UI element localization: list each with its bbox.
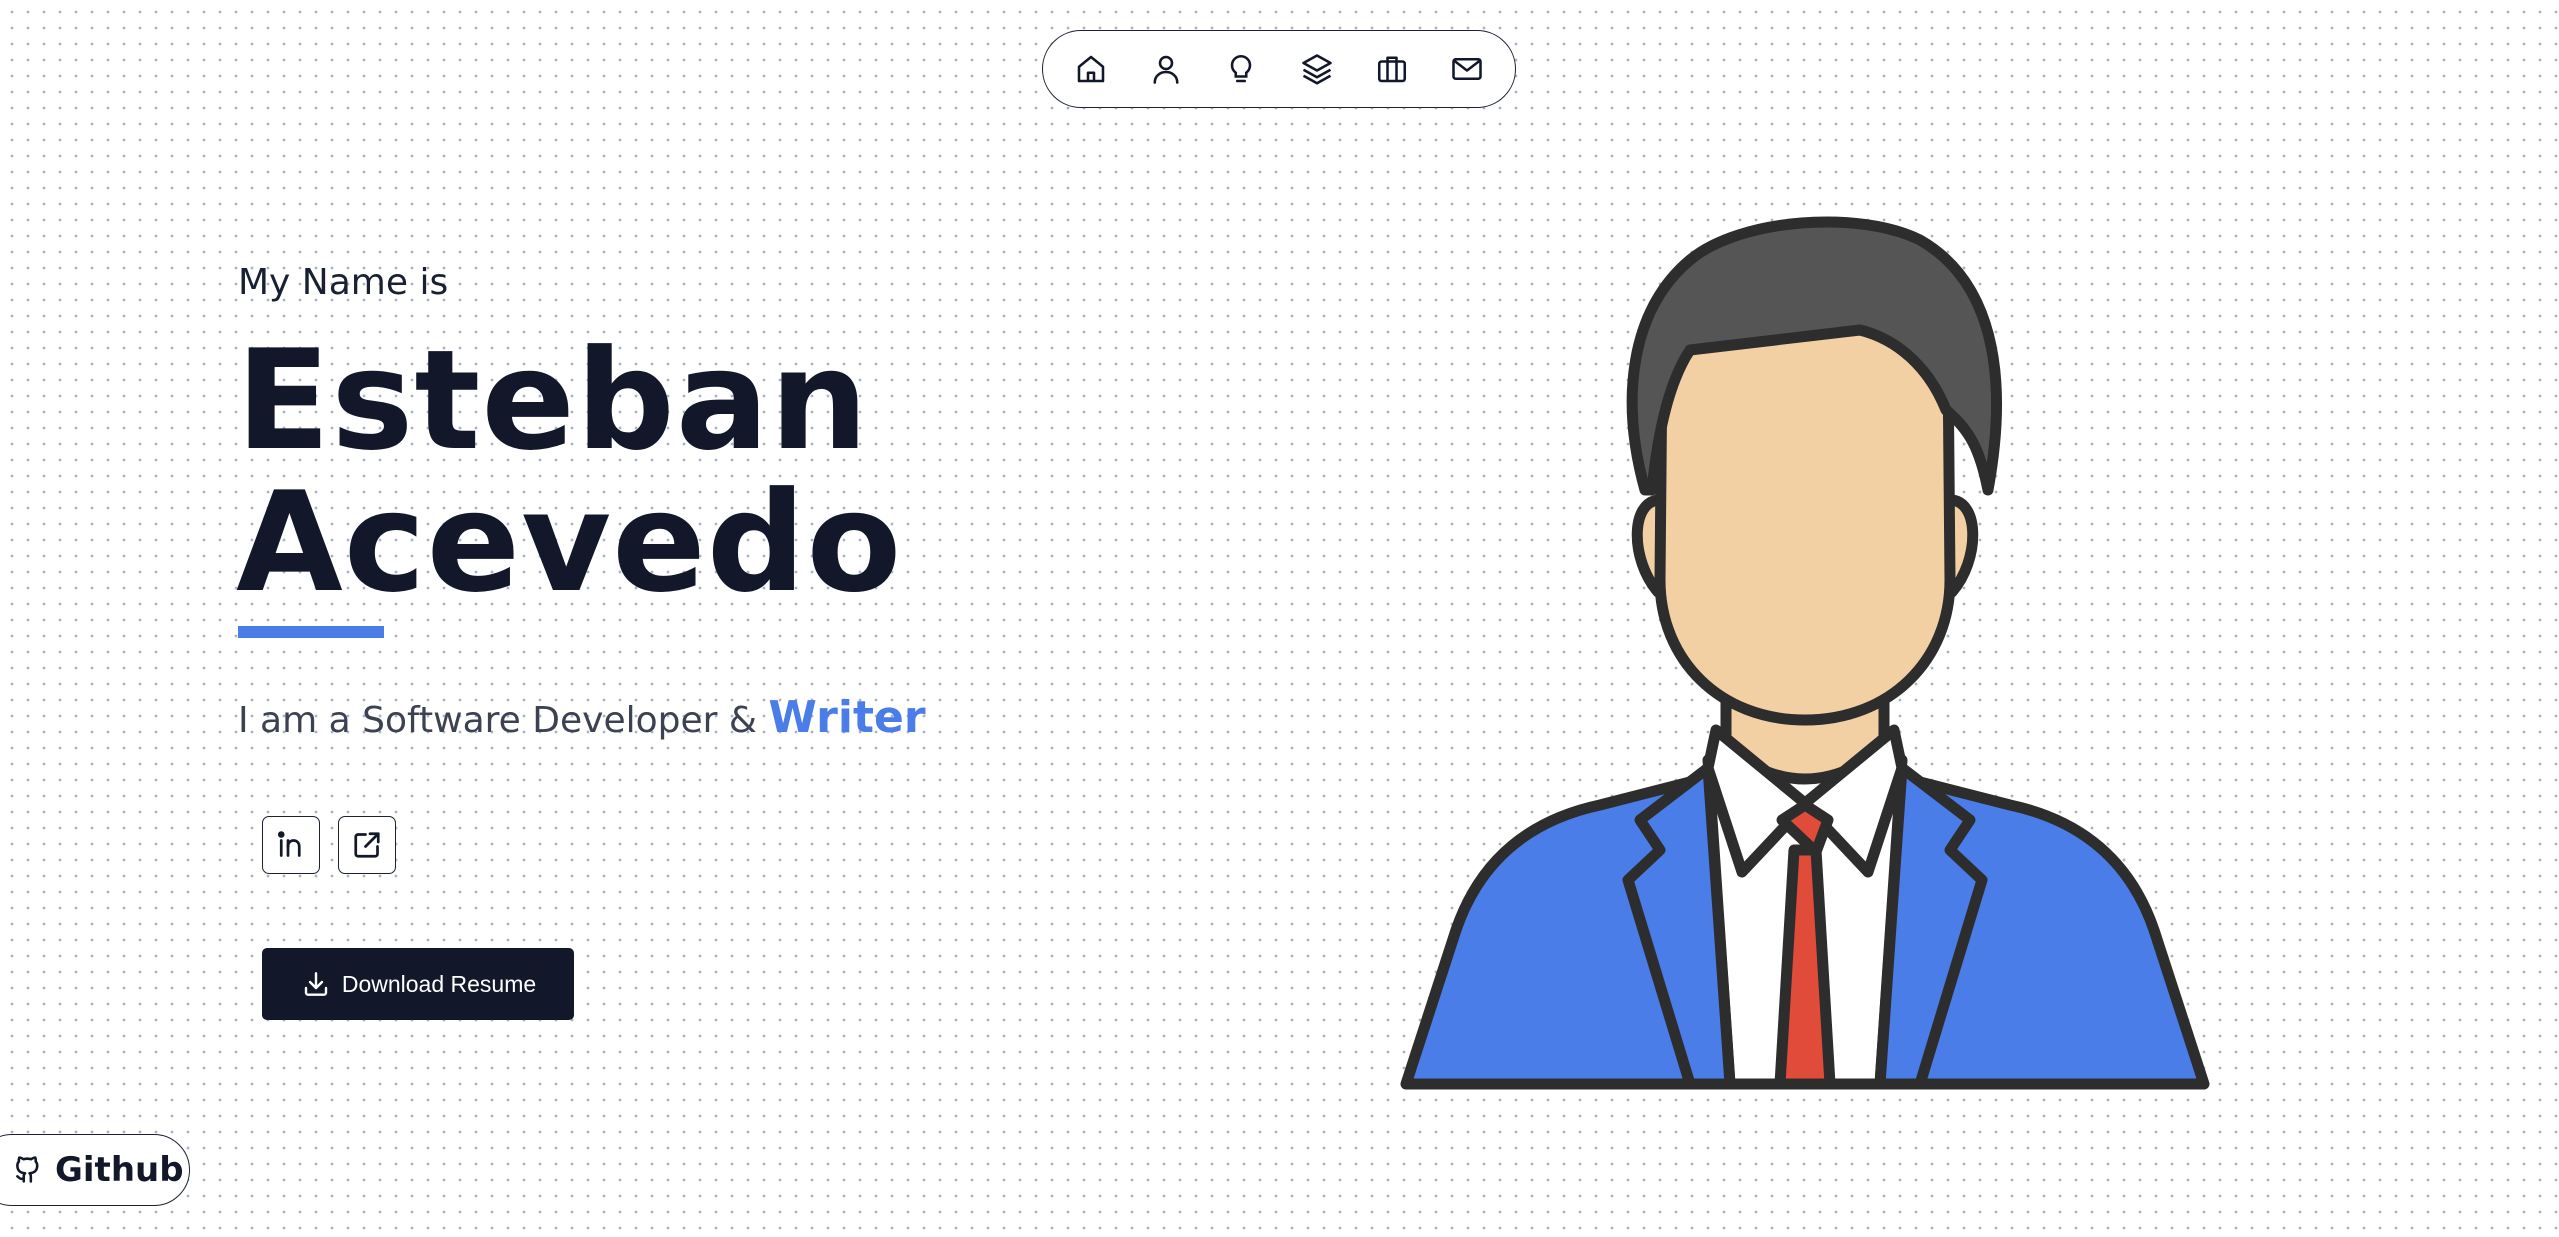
hero-name: Esteban Acevedo (236, 330, 902, 614)
nav-projects[interactable] (1295, 47, 1339, 91)
avatar-illustration (1400, 216, 2210, 1090)
nav-about[interactable] (1144, 47, 1188, 91)
github-button[interactable]: Github (0, 1134, 190, 1206)
github-label: Github (55, 1150, 184, 1190)
download-label: Download Resume (341, 970, 537, 997)
last-name: Acevedo (236, 462, 903, 623)
name-underline (238, 626, 384, 638)
briefcase-icon (1377, 56, 1406, 83)
nav-home[interactable] (1069, 47, 1113, 91)
linkedin-icon (277, 831, 301, 857)
mail-icon (1452, 57, 1482, 81)
intro-text: My Name is (238, 262, 449, 303)
first-name: Esteban (236, 320, 870, 481)
layers-icon (1301, 54, 1332, 85)
external-link-icon (354, 832, 380, 858)
user-icon (1153, 55, 1179, 84)
nav-skills[interactable] (1219, 47, 1263, 91)
social-links (262, 816, 396, 874)
top-nav (1042, 30, 1516, 108)
role-prefix: I am a Software Developer & (238, 700, 757, 741)
external-link-button[interactable] (338, 816, 396, 874)
home-icon (1077, 55, 1105, 83)
download-resume-button[interactable]: Download Resume (262, 948, 574, 1020)
github-icon (16, 1156, 39, 1183)
linkedin-button[interactable] (262, 816, 320, 874)
role-text: I am a Software Developer & Writer (238, 692, 926, 743)
role-accent: Writer (768, 692, 926, 743)
portfolio-page: My Name is Esteban Acevedo I am a Softwa… (0, 0, 2559, 1237)
nav-contact[interactable] (1445, 47, 1489, 91)
nav-experience[interactable] (1370, 47, 1414, 91)
lightbulb-icon (1231, 54, 1252, 83)
download-icon (304, 972, 328, 996)
